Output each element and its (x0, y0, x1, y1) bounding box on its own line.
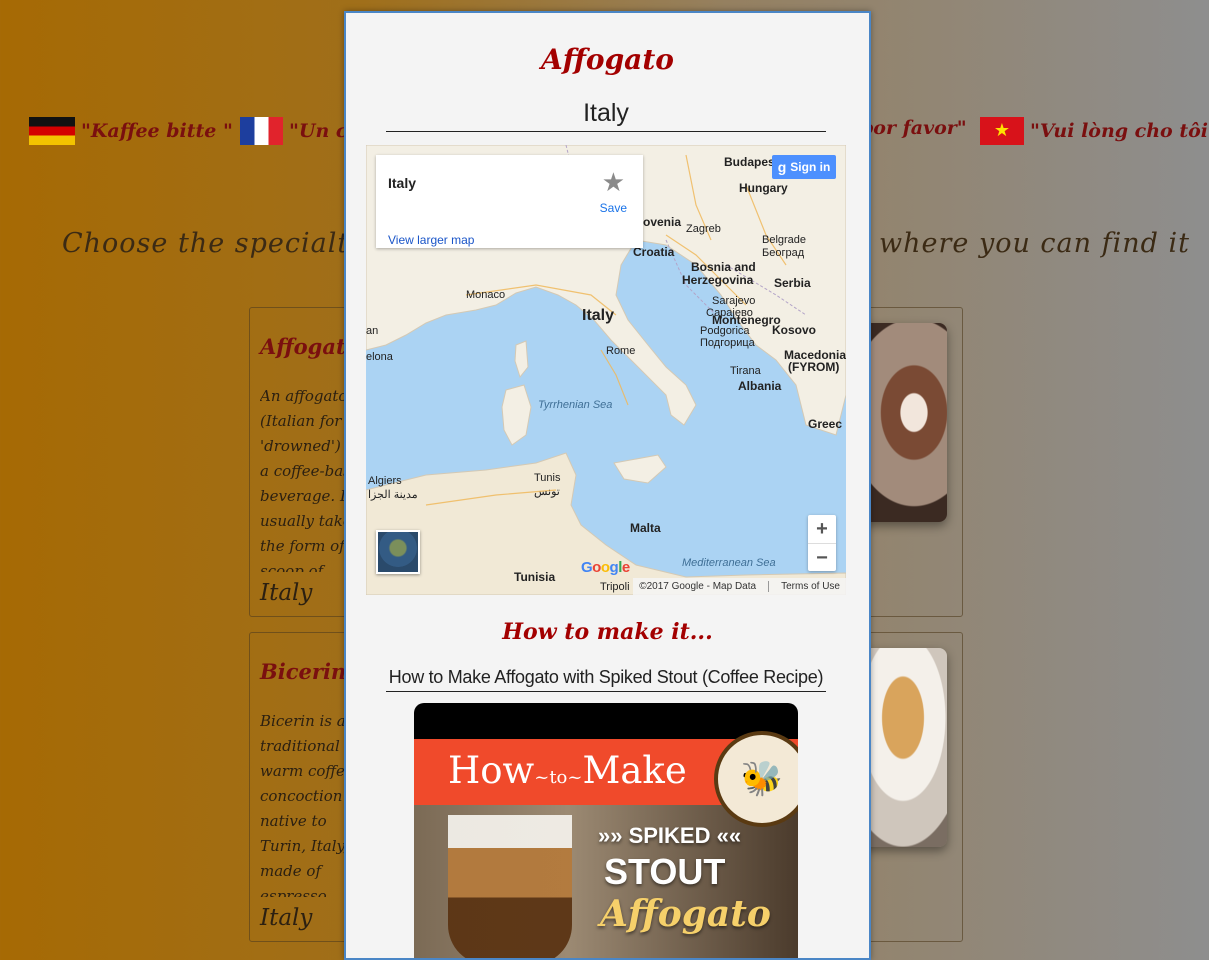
map-label-budapest: Budapest (724, 155, 779, 169)
google-logo: Google (581, 559, 630, 576)
map-label-slovenia: ovenia (643, 215, 682, 229)
map-label-podgorica-cyr: Подгорица (700, 337, 755, 349)
google-map[interactable]: Budapest Hungary ovenia Zagreb Belgrade … (366, 145, 846, 595)
video-title[interactable]: How to Make Affogato with Spiked Stout (… (386, 667, 826, 692)
map-label-fyrom: (FYROM) (788, 360, 840, 374)
modal-title: Affogato (541, 43, 674, 76)
zoom-in-button[interactable]: + (808, 515, 836, 544)
map-save-link[interactable]: Save (600, 201, 627, 215)
map-label-zagreb: Zagreb (686, 223, 721, 235)
map-attribution: ©2017 Google - Map Data (639, 581, 757, 592)
map-label-albania: Albania (738, 379, 782, 393)
map-label-tunis-ar: تونس (534, 486, 560, 498)
video-line-spiked: »» SPIKED «« (598, 823, 742, 848)
map-label-tripoli: Tripoli (600, 581, 630, 593)
modal-country-heading: Italy (386, 99, 826, 132)
map-label-belgrade: Belgrade (762, 234, 807, 246)
video-line-stout: STOUT (604, 851, 726, 892)
zoom-out-button[interactable]: − (808, 544, 836, 572)
germany-flag-icon (29, 117, 75, 145)
view-larger-map-link[interactable]: View larger map (388, 233, 474, 247)
vietnam-flag-icon: ★ (980, 117, 1024, 145)
card-title: Bicerin (260, 659, 347, 684)
language-german-text: "Kaffee bitte " (81, 120, 233, 142)
how-to-heading: How to make it... (502, 619, 713, 645)
video-thumbnail-photo: »» SPIKED «« STOUT Affogato (414, 805, 798, 958)
language-spanish[interactable]: por favor" (860, 117, 967, 139)
affogato-glass-image (448, 815, 572, 958)
card-country: Italy (260, 905, 313, 931)
map-label-greece: Greec (808, 417, 843, 431)
map-terms-link[interactable]: Terms of Use (781, 581, 840, 592)
map-label-barcelona: elona (366, 351, 393, 363)
coffee-detail-modal: Affogato Italy Budapest Hungary ovenia Z… (344, 11, 871, 960)
footer-divider (768, 581, 770, 592)
map-place-name: Italy (388, 175, 417, 191)
map-label-ana: an (366, 325, 379, 337)
language-french[interactable]: "Un ca (240, 117, 360, 145)
map-label-italy: Italy (582, 307, 615, 324)
map-label-mediterranean-sea: Mediterranean Sea (682, 557, 776, 569)
map-label-tunis: Tunis (534, 472, 561, 484)
map-label-tirana: Tirana (730, 365, 761, 377)
map-footer: ©2017 Google - Map Data Terms of Use (633, 578, 846, 595)
map-label-monaco: Monaco (466, 289, 506, 301)
language-vietnamese[interactable]: ★ "Vui lòng cho tôi (980, 117, 1208, 145)
banner-word-how: How (448, 749, 535, 792)
map-label-belgrade-cyr: Београд (762, 247, 805, 259)
sign-in-label: Sign in (790, 160, 831, 174)
banner-word-to: to (549, 767, 568, 788)
france-flag-icon (240, 117, 283, 145)
map-label-podgorica: Podgorica (700, 325, 750, 337)
map-label-tunisia: Tunisia (514, 570, 556, 584)
google-g-icon: g (777, 159, 787, 175)
language-spanish-text: por favor" (860, 117, 967, 139)
video-banner-text: How~to~Make (448, 749, 687, 792)
map-label-sarajevo: Sarajevo (712, 295, 756, 307)
map-label-rome: Rome (606, 345, 636, 357)
map-label-malta: Malta (630, 521, 661, 535)
map-sign-in-button[interactable]: g Sign in (772, 155, 836, 179)
map-label-kosovo: Kosovo (772, 323, 817, 337)
card-country: Italy (260, 580, 313, 606)
map-zoom-control: + − (808, 515, 836, 571)
language-german[interactable]: "Kaffee bitte " (29, 117, 233, 145)
map-info-card: Italy ★ Save View larger map (376, 155, 643, 248)
video-line-affogato: Affogato (600, 893, 771, 935)
banner-word-make: Make (582, 749, 687, 792)
map-label-tyrrhenian-sea: Tyrrhenian Sea (538, 399, 613, 411)
map-label-algiers: Algiers (368, 475, 402, 487)
satellite-toggle-button[interactable] (376, 530, 420, 574)
map-label-algeria-ar: مدينة الجزا (368, 489, 418, 501)
map-label-herzegovina: Herzegovina (682, 273, 754, 287)
video-player[interactable]: How~to~Make »» SPIKED «« STOUT Affogato … (414, 703, 798, 958)
map-label-hungary: Hungary (739, 181, 788, 195)
map-label-serbia: Serbia (774, 276, 811, 290)
map-label-bosnia: Bosnia and (691, 260, 756, 274)
tagline-right: where you can find it (879, 228, 1190, 259)
language-vietnamese-text: "Vui lòng cho tôi (1030, 120, 1209, 142)
star-icon[interactable]: ★ (602, 169, 625, 195)
